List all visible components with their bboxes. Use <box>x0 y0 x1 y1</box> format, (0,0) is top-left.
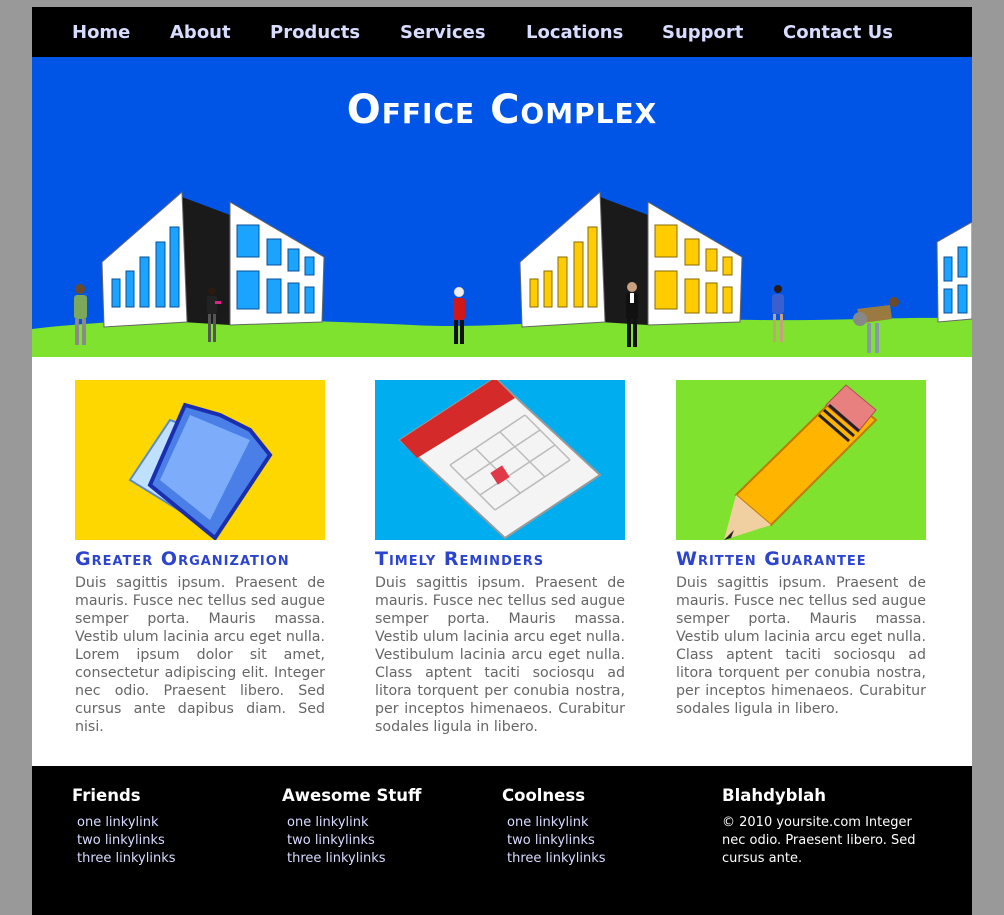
feature-text: Duis sagittis ipsum. Praesent de mauris.… <box>676 575 926 717</box>
footer-heading: Friends <box>72 786 141 805</box>
feature-text: Duis sagittis ipsum. Praesent de mauris.… <box>375 575 625 735</box>
footer-link[interactable]: two linkylinks <box>507 832 606 850</box>
footer-link[interactable]: one linkylink <box>507 814 606 832</box>
nav-products[interactable]: Products <box>270 22 360 44</box>
feature-column: Greater Organization Duis sagittis ipsum… <box>75 380 325 736</box>
footer-heading: Blahdyblah <box>722 786 827 805</box>
feature-text: Duis sagittis ipsum. Praesent de mauris.… <box>75 575 325 735</box>
footer-link[interactable]: two linkylinks <box>77 832 176 850</box>
page-container: Home About Products Services Locations S… <box>32 7 972 915</box>
footer-link[interactable]: two linkylinks <box>287 832 421 850</box>
feature-image <box>676 380 926 540</box>
footer-heading: Awesome Stuff <box>282 786 422 805</box>
footer-heading: Coolness <box>502 786 586 805</box>
feature-column: Written Guarantee Duis sagittis ipsum. P… <box>676 380 926 718</box>
footer-link[interactable]: one linkylink <box>77 814 176 832</box>
feature-image <box>375 380 625 540</box>
nav-support[interactable]: Support <box>662 22 743 44</box>
footer-link[interactable]: one linkylink <box>287 814 421 832</box>
nav-locations[interactable]: Locations <box>526 22 623 44</box>
feature-title: Greater Organization <box>75 548 290 570</box>
footer-column-coolness: Coolness one linkylink two linkylinks th… <box>502 786 606 868</box>
footer-link[interactable]: three linkylinks <box>77 850 176 868</box>
footer-column-blahdyblah: Blahdyblah © 2010 yoursite.com Integer n… <box>722 786 922 868</box>
nav-about[interactable]: About <box>170 22 231 44</box>
footer-copyright: © 2010 yoursite.com Integer nec odio. Pr… <box>722 815 916 866</box>
grass-hill <box>32 317 972 357</box>
footer-column-friends: Friends one linkylink two linkylinks thr… <box>72 786 176 868</box>
footer-link[interactable]: three linkylinks <box>287 850 421 868</box>
nav-contact-us[interactable]: Contact Us <box>783 22 893 44</box>
feature-title: Timely Reminders <box>375 548 545 570</box>
office-building-partial <box>936 221 972 323</box>
header-banner: Office Complex <box>32 57 972 357</box>
site-title: Office Complex <box>346 87 658 133</box>
feature-column: Timely Reminders Duis sagittis ipsum. Pr… <box>375 380 625 736</box>
footer-column-awesome-stuff: Awesome Stuff one linkylink two linkylin… <box>282 786 421 868</box>
footer-link[interactable]: three linkylinks <box>507 850 606 868</box>
feature-image <box>75 380 325 540</box>
main-nav: Home About Products Services Locations S… <box>32 7 972 57</box>
footer: Friends one linkylink two linkylinks thr… <box>32 766 972 915</box>
nav-home[interactable]: Home <box>72 22 130 44</box>
nav-services[interactable]: Services <box>400 22 486 44</box>
feature-title: Written Guarantee <box>676 548 867 570</box>
